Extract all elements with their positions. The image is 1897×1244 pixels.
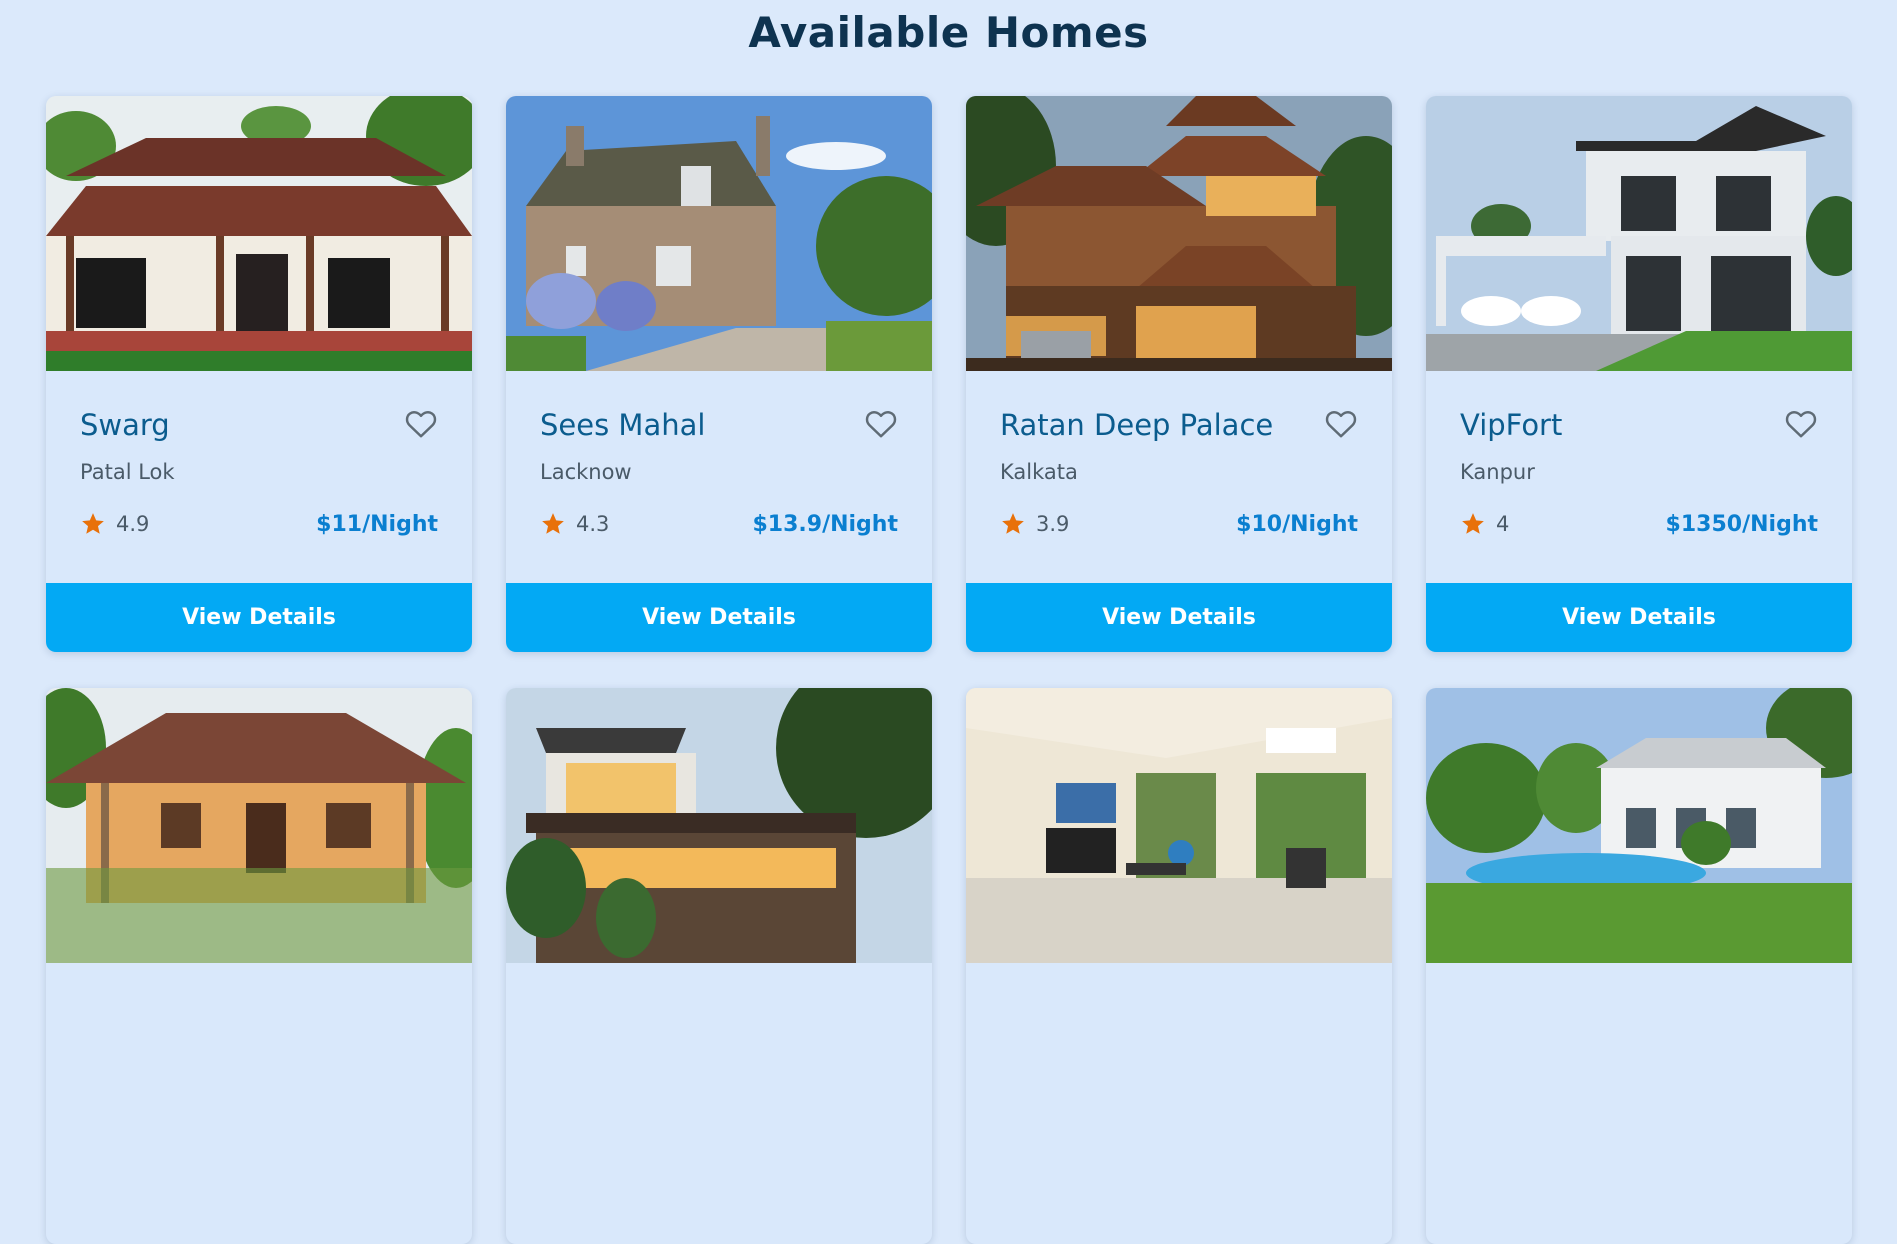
home-card — [506, 688, 932, 1244]
page-title: Available Homes — [748, 8, 1149, 57]
rating-price-row: 3.9 $10/Night — [1000, 511, 1358, 537]
home-card: VipFort Kanpur 4 $1350/Night View Detail… — [1426, 96, 1852, 652]
rating: 4.9 — [80, 511, 149, 537]
home-card: Swarg Patal Lok 4.9 $11/Night View Detai… — [46, 96, 472, 652]
rating: 4.3 — [540, 511, 609, 537]
home-image[interactable] — [46, 96, 472, 371]
rating-price-row: 4.3 $13.9/Night — [540, 511, 898, 537]
home-location: Patal Lok — [80, 460, 175, 484]
price: $10/Night — [1236, 511, 1358, 537]
star-icon — [542, 513, 564, 534]
rating-value: 4.9 — [116, 512, 150, 536]
view-details-button[interactable]: View Details — [506, 583, 932, 652]
rating-price-row: 4.9 $11/Night — [80, 511, 438, 537]
home-card — [966, 688, 1392, 1244]
home-card — [1426, 688, 1852, 1244]
home-location: Kalkata — [1000, 460, 1078, 484]
view-details-button[interactable]: View Details — [1426, 583, 1852, 652]
home-image[interactable] — [966, 688, 1392, 963]
modern-house-photo — [1426, 96, 1852, 371]
wooden-villa-photo — [966, 96, 1392, 371]
heart-icon[interactable] — [1784, 409, 1818, 439]
star-icon — [82, 513, 104, 534]
rating-value: 4.3 — [576, 512, 610, 536]
home-image[interactable] — [46, 688, 472, 963]
home-card: Ratan Deep Palace Kalkata 3.9 $10/Night … — [966, 96, 1392, 652]
heart-icon[interactable] — [864, 409, 898, 439]
price: $11/Night — [316, 511, 438, 537]
star-icon — [1462, 513, 1484, 534]
home-gym-photo — [966, 688, 1392, 963]
rating-value: 4 — [1496, 512, 1510, 536]
home-card — [46, 688, 472, 1244]
modern-lit-house-photo — [506, 688, 932, 963]
stone-cottage-photo — [506, 96, 932, 371]
star-icon — [1002, 513, 1024, 534]
rating: 3.9 — [1000, 511, 1069, 537]
colonial-bungalow-photo — [46, 96, 472, 371]
home-image[interactable] — [966, 96, 1392, 371]
rating: 4 — [1460, 511, 1509, 537]
homes-grid: Swarg Patal Lok 4.9 $11/Night View Detai… — [46, 96, 1852, 1244]
tiled-roof-cottage-photo — [46, 688, 472, 963]
rating-value: 3.9 — [1036, 512, 1070, 536]
home-name: VipFort — [1460, 408, 1563, 442]
home-image[interactable] — [1426, 96, 1852, 371]
white-house-pool-photo — [1426, 688, 1852, 963]
home-card: Sees Mahal Lacknow 4.3 $13.9/Night View … — [506, 96, 932, 652]
view-details-button[interactable]: View Details — [966, 583, 1392, 652]
price: $13.9/Night — [752, 511, 898, 537]
view-details-button[interactable]: View Details — [46, 583, 472, 652]
home-image[interactable] — [506, 96, 932, 371]
home-name: Swarg — [80, 408, 170, 442]
home-image[interactable] — [1426, 688, 1852, 963]
heart-icon[interactable] — [404, 409, 438, 439]
price: $1350/Night — [1665, 511, 1818, 537]
home-image[interactable] — [506, 688, 932, 963]
home-name: Ratan Deep Palace — [1000, 408, 1274, 442]
home-location: Lacknow — [540, 460, 632, 484]
home-name: Sees Mahal — [540, 408, 706, 442]
heart-icon[interactable] — [1324, 409, 1358, 439]
rating-price-row: 4 $1350/Night — [1460, 511, 1818, 537]
home-location: Kanpur — [1460, 460, 1535, 484]
